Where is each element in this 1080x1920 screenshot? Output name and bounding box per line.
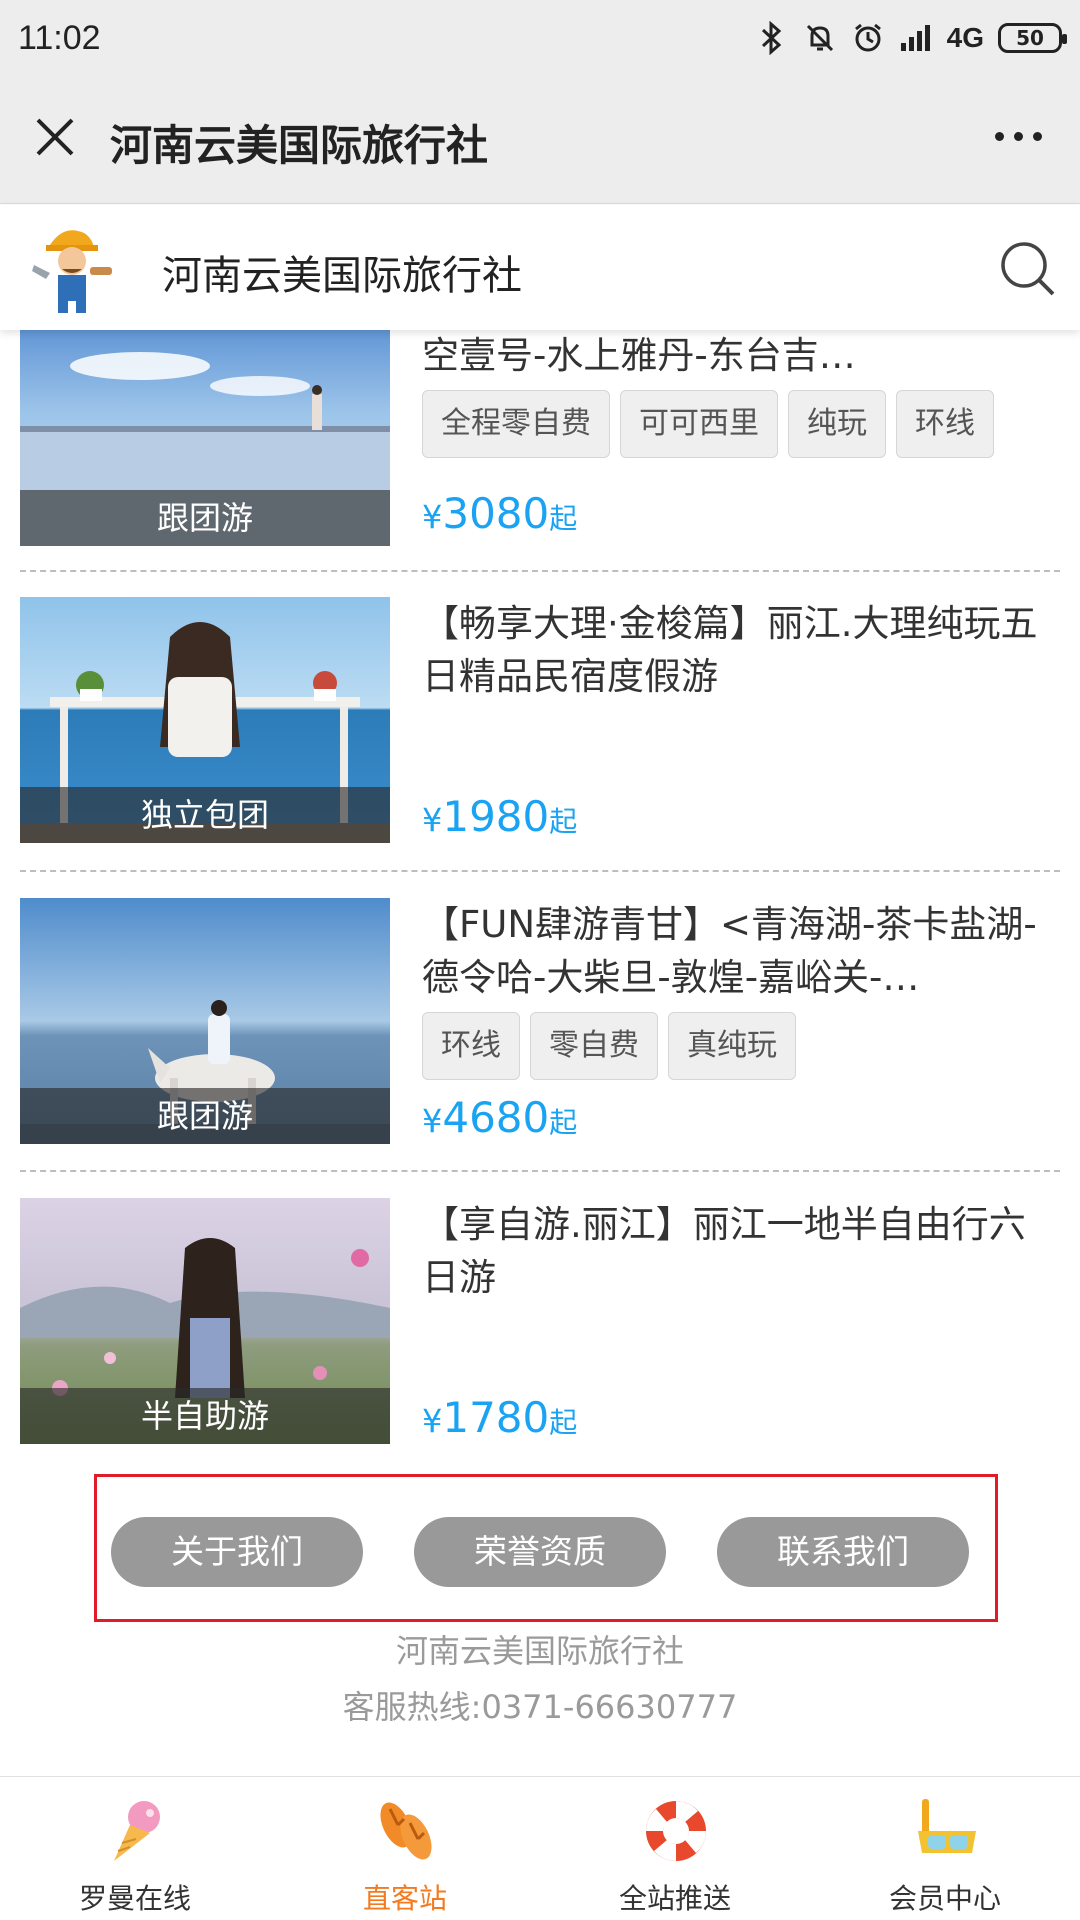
bottom-nav: 罗曼在线 直客站 全站推送 会员中心: [0, 1776, 1080, 1920]
footer-links-box: 关于我们 荣誉资质 联系我们: [94, 1474, 998, 1622]
tab-luoman-online[interactable]: 罗曼在线: [0, 1777, 270, 1920]
page: 11:02 4G 50 河南云美国际旅行社 河南云美国际旅行社 跟团游 空壹号-…: [0, 0, 1080, 1920]
product-image[interactable]: 半自助游: [20, 1198, 390, 1444]
product-title[interactable]: 【FUN肆游青甘】<青海湖-茶卡盐湖-德令哈-大柴旦-敦煌-嘉峪关-…: [422, 898, 1062, 1004]
product-image[interactable]: 跟团游: [20, 898, 390, 1144]
honor-qualification-button[interactable]: 荣誉资质: [414, 1517, 666, 1587]
product-item[interactable]: 半自助游 【享自游.丽江】丽江一地半自由行六日游 ¥1780起: [20, 1198, 1060, 1444]
list-divider: [20, 1170, 1060, 1172]
footer-company: 河南云美国际旅行社: [395, 1632, 684, 1670]
price-symbol: ¥: [422, 801, 443, 839]
product-item[interactable]: 跟团游 【FUN肆游青甘】<青海湖-茶卡盐湖-德令哈-大柴旦-敦煌-嘉峪关-… …: [20, 898, 1060, 1144]
product-tag: 真纯玩: [668, 1012, 796, 1080]
product-tag: 全程零自费: [422, 390, 610, 458]
product-tag: 纯玩: [788, 390, 886, 458]
battery-icon: 50: [998, 23, 1067, 53]
price-value: 1780: [442, 1393, 550, 1442]
snorkel-mask-icon: [910, 1795, 982, 1867]
list-divider: [20, 570, 1060, 572]
product-category: 跟团游: [20, 1088, 390, 1144]
bluetooth-icon: [755, 21, 789, 55]
product-tag: 环线: [422, 1012, 520, 1080]
footer-hotline[interactable]: 客服热线:0371-66630777: [0, 1682, 1080, 1728]
signal-icon: [899, 21, 933, 55]
price-suffix: 起: [549, 1406, 578, 1439]
tab-label: 会员中心: [888, 1882, 1001, 1915]
product-category: 半自助游: [20, 1388, 390, 1444]
mute-bell-icon: [803, 21, 837, 55]
product-info: 【畅享大理·金梭篇】丽江.大理纯玩五日精品民宿度假游 ¥1980起: [422, 597, 1062, 843]
alarm-icon: [851, 21, 885, 55]
status-icons: 4G 50: [755, 21, 1067, 55]
product-category: 跟团游: [20, 490, 390, 546]
site-header: 河南云美国际旅行社: [0, 205, 1080, 330]
price-suffix: 起: [549, 1106, 578, 1139]
tab-site-push[interactable]: 全站推送: [540, 1777, 810, 1920]
product-price: ¥3080起: [422, 489, 577, 538]
flip-flops-icon: [370, 1795, 442, 1867]
tab-member-center[interactable]: 会员中心: [810, 1777, 1080, 1920]
product-price: ¥4680起: [422, 1093, 577, 1142]
product-tag: 可可西里: [620, 390, 778, 458]
page-title: 河南云美国际旅行社: [110, 121, 489, 170]
tab-label: 罗曼在线: [78, 1882, 191, 1915]
product-title[interactable]: 【畅享大理·金梭篇】丽江.大理纯玩五日精品民宿度假游: [422, 597, 1062, 703]
mascot-logo-icon[interactable]: [28, 217, 128, 317]
tab-direct-station[interactable]: 直客站: [270, 1777, 540, 1920]
tab-label: 直客站: [362, 1882, 447, 1915]
product-image[interactable]: 独立包团: [20, 597, 390, 843]
price-symbol: ¥: [422, 1102, 443, 1140]
product-item[interactable]: 独立包团 【畅享大理·金梭篇】丽江.大理纯玩五日精品民宿度假游 ¥1980起: [20, 597, 1060, 843]
price-symbol: ¥: [422, 498, 443, 536]
status-bar: 11:02 4G 50: [0, 0, 1080, 76]
title-bar: 河南云美国际旅行社: [0, 76, 1080, 204]
search-icon[interactable]: [998, 239, 1058, 299]
site-name: 河南云美国际旅行社: [162, 253, 522, 299]
product-tags: 环线 零自费 真纯玩: [422, 1012, 1062, 1080]
price-suffix: 起: [549, 502, 578, 535]
price-suffix: 起: [549, 805, 578, 838]
product-info: 【FUN肆游青甘】<青海湖-茶卡盐湖-德令哈-大柴旦-敦煌-嘉峪关-… 环线 零…: [422, 898, 1062, 1144]
price-value: 4680: [442, 1093, 550, 1142]
price-symbol: ¥: [422, 1402, 443, 1440]
price-value: 1980: [442, 792, 550, 841]
status-time: 11:02: [18, 18, 101, 57]
product-title[interactable]: 【享自游.丽江】丽江一地半自由行六日游: [422, 1198, 1062, 1304]
price-value: 3080: [442, 489, 550, 538]
network-type: 4G: [946, 22, 984, 53]
ice-cream-icon: [100, 1795, 172, 1867]
lifebuoy-icon: [640, 1795, 712, 1867]
more-menu-icon[interactable]: [995, 132, 1042, 141]
product-tag: 环线: [896, 390, 994, 458]
list-divider: [20, 870, 1060, 872]
product-info: 【享自游.丽江】丽江一地半自由行六日游 ¥1780起: [422, 1198, 1062, 1444]
contact-us-button[interactable]: 联系我们: [717, 1517, 969, 1587]
product-price: ¥1780起: [422, 1393, 577, 1442]
product-item[interactable]: 跟团游 【仙境哥可西里】<门源-草原山茶卡天空壹号-水上雅丹-东台吉… 全程零自…: [20, 276, 1062, 562]
tab-label: 全站推送: [618, 1882, 731, 1915]
product-category: 独立包团: [20, 787, 390, 843]
about-us-button[interactable]: 关于我们: [111, 1517, 363, 1587]
product-price: ¥1980起: [422, 792, 577, 841]
close-icon[interactable]: [30, 112, 80, 162]
product-tags: 全程零自费 可可西里 纯玩 环线: [422, 390, 1062, 458]
product-tag: 零自费: [530, 1012, 658, 1080]
